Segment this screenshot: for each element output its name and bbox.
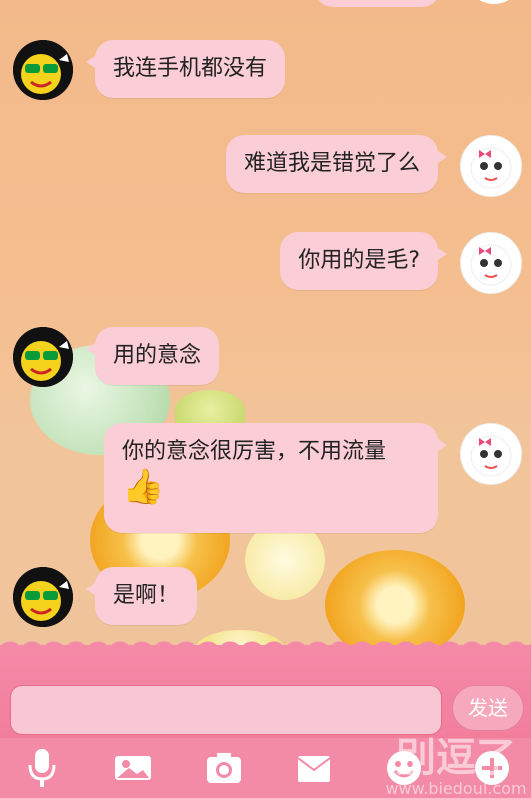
- thumbs-up-icon: 👍: [122, 467, 165, 507]
- site-watermark: 别逗了 www.biedoul.com: [381, 725, 531, 798]
- boy-sunglasses-avatar[interactable]: [13, 40, 73, 100]
- envelope-icon[interactable]: [292, 744, 336, 792]
- girl-avatar[interactable]: [460, 135, 522, 197]
- message-row: 你的意念很厉害，不用流量 👍: [104, 423, 522, 533]
- message-bubble[interactable]: 我连手机都没有: [85, 40, 286, 98]
- message-row: 我连手机都没有: [13, 40, 286, 100]
- message-bubble[interactable]: 是啊！: [85, 567, 198, 625]
- girl-avatar-partial: [465, 0, 523, 4]
- message-bubble[interactable]: 你用的是毛?: [280, 232, 447, 290]
- message-bubble[interactable]: 难道我是错觉了么: [225, 135, 448, 193]
- message-text: 难道我是错觉了么: [243, 151, 420, 176]
- message-text: 你用的是毛?: [298, 248, 420, 273]
- message-row: 你用的是毛?: [280, 232, 522, 294]
- message-text: 是啊！: [113, 583, 180, 608]
- microphone-icon[interactable]: [20, 744, 64, 792]
- message-input[interactable]: [10, 685, 442, 735]
- message-text: 你的意念很厉害，不用流量: [122, 439, 387, 464]
- boy-sunglasses-avatar[interactable]: [13, 327, 73, 387]
- message-text: 用的意念: [113, 343, 202, 368]
- camera-icon[interactable]: [202, 744, 246, 792]
- message-text: 我连手机都没有: [113, 56, 268, 81]
- girl-avatar[interactable]: [460, 232, 522, 294]
- message-bubble[interactable]: 用的意念: [85, 327, 220, 385]
- message-row: 用的意念: [13, 327, 220, 387]
- boy-sunglasses-avatar[interactable]: [13, 567, 73, 627]
- message-bubble[interactable]: 你的意念很厉害，不用流量 👍: [104, 423, 447, 533]
- image-icon[interactable]: [111, 744, 155, 792]
- message-row: 难道我是错觉了么: [225, 135, 522, 197]
- girl-avatar[interactable]: [460, 423, 522, 485]
- previous-message-bubble: [315, 0, 440, 7]
- watermark-url: www.biedoul.com: [385, 779, 527, 798]
- message-row: 是啊！: [13, 567, 198, 627]
- watermark-text: 别逗了: [396, 735, 516, 781]
